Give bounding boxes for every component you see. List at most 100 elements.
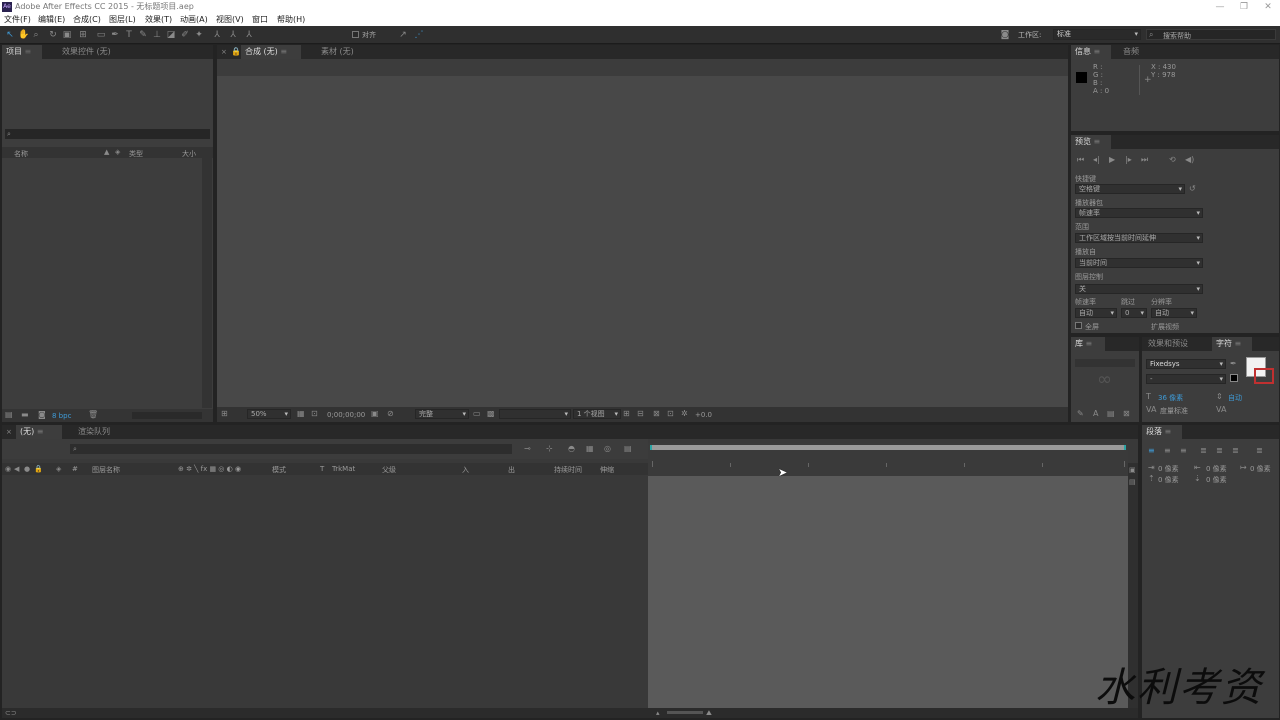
time-ruler[interactable] (648, 443, 1128, 476)
align-right-icon[interactable]: ≡ (1180, 446, 1187, 456)
tab-composition[interactable]: 合成 (无) ≡ (241, 45, 301, 59)
comp-button-icon[interactable]: ▤ (1129, 477, 1136, 487)
font-family-dropdown[interactable]: Fixedsys (1146, 359, 1226, 369)
view-dropdown[interactable] (499, 409, 571, 419)
snap-checkbox[interactable] (352, 31, 359, 38)
tab-render-queue[interactable]: 渲染队列 (74, 425, 114, 439)
video-switch-icon[interactable]: ◉ (5, 464, 11, 474)
audio-switch-icon[interactable]: ◀ (14, 464, 19, 474)
color-depth-label[interactable]: 8 bpc (52, 412, 71, 420)
play-icon[interactable]: ▶ (1109, 155, 1115, 165)
library-dropdown[interactable] (1075, 359, 1135, 367)
align-center-icon[interactable]: ≡ (1164, 446, 1171, 456)
justify-all-icon[interactable]: ≣ (1256, 446, 1263, 456)
snapshot-icon[interactable]: ▣ (371, 409, 379, 419)
timeline-zoom-slider[interactable] (667, 711, 703, 714)
tab-preview[interactable]: 预览 ≡ (1071, 135, 1111, 149)
resolution-dropdown[interactable]: 自动 (1151, 308, 1197, 318)
out-column[interactable]: 出 (508, 465, 515, 475)
indent-right-value[interactable]: 0 像素 (1206, 464, 1227, 474)
eraser-tool-icon[interactable]: ◪ (166, 30, 176, 40)
camera-tool-icon[interactable]: ▣ (62, 30, 72, 40)
layer-search-input[interactable]: ⌕ (70, 444, 512, 454)
thumbnail-slider[interactable] (132, 412, 202, 419)
toggle-pixel-icon[interactable]: ⊞ (623, 409, 630, 419)
stroke-color-swatch[interactable] (1254, 368, 1274, 384)
toggle-mask-icon[interactable]: ▦ (297, 409, 305, 419)
interpret-footage-icon[interactable]: ▤ (5, 410, 13, 420)
brush-tool-icon[interactable]: ✎ (138, 30, 148, 40)
solo-switch-icon[interactable]: ● (24, 464, 30, 474)
close-tab-icon[interactable]: × (221, 47, 227, 57)
duration-column[interactable]: 持续时间 (554, 465, 582, 475)
layer-switches-column[interactable]: ⊕ ✲ ╲ fx ▦ ◎ ◐ ◉ (178, 465, 241, 473)
prev-frame-icon[interactable]: ◂| (1093, 155, 1100, 165)
stretch-column[interactable]: 伸缩 (600, 465, 614, 475)
selection-tool-icon[interactable]: ↖ (5, 30, 15, 40)
tab-timeline-none[interactable]: (无) ≡ (16, 425, 62, 439)
tab-paragraph[interactable]: 段落 ≡ (1142, 425, 1182, 439)
exposure-value[interactable]: +0.0 (695, 411, 712, 419)
roto-brush-tool-icon[interactable]: ✐ (180, 30, 190, 40)
indent-first-value[interactable]: 0 像素 (1250, 464, 1271, 474)
composition-flowchart-icon[interactable]: ⊸ (524, 444, 531, 454)
world-axis-icon[interactable]: ⅄ (228, 30, 238, 40)
font-size-value[interactable]: 36 像素 (1158, 393, 1183, 403)
tab-info[interactable]: 信息 ≡ (1071, 45, 1111, 59)
menu-effect[interactable]: 效果(T) (145, 14, 172, 26)
magnification-dropdown[interactable]: 50% (247, 409, 291, 419)
close-button[interactable]: ✕ (1256, 0, 1280, 14)
menu-view[interactable]: 视图(V) (216, 14, 244, 26)
menu-animation[interactable]: 动画(A) (180, 14, 208, 26)
snap-feature-icon[interactable]: ⋰ (414, 30, 424, 40)
shy-layers-icon[interactable]: ◓ (568, 444, 575, 454)
resolution-dropdown[interactable]: 完整 (415, 409, 469, 419)
tab-footage[interactable]: 素材 (无) (317, 45, 358, 59)
transparency-grid-icon[interactable]: ▩ (487, 409, 495, 419)
track-matte-column[interactable]: TrkMat (332, 465, 355, 473)
menu-composition[interactable]: 合成(C) (73, 14, 101, 26)
trash-icon[interactable]: 🗑 (88, 410, 98, 420)
black-swatch[interactable] (1230, 374, 1238, 382)
expand-switches-icon[interactable]: ⊂⊃ (5, 708, 17, 718)
timeline-track-area[interactable] (648, 476, 1128, 708)
help-search-field[interactable]: ⌕ 搜索帮助 (1146, 29, 1276, 40)
menu-window[interactable]: 窗口 (252, 14, 268, 26)
indent-left-value[interactable]: 0 像素 (1158, 464, 1179, 474)
tab-project[interactable]: 项目 ≡ (2, 45, 42, 59)
graph-editor-icon[interactable]: ▤ (624, 444, 632, 454)
tab-audio[interactable]: 音频 (1119, 45, 1143, 59)
label-icon[interactable]: ◈ (56, 464, 61, 474)
library-layer-icon[interactable]: ▤ (1107, 409, 1115, 419)
current-time[interactable]: 0;00;00;00 (327, 411, 365, 419)
view-layout-dropdown[interactable]: 1 个视图 (573, 409, 621, 419)
text-tool-icon[interactable]: T (124, 30, 134, 40)
zoom-out-icon[interactable]: ▴ (656, 708, 660, 718)
align-left-icon[interactable]: ≡ (1148, 446, 1155, 456)
layer-name-column[interactable]: 图层名称 (92, 465, 120, 475)
parent-column[interactable]: 父级 (382, 465, 396, 475)
minimize-button[interactable]: — (1208, 0, 1232, 14)
region-of-interest-icon[interactable]: ▭ (473, 409, 481, 419)
tab-effects-presets[interactable]: 效果和预设 (1144, 337, 1192, 351)
framerate-dropdown[interactable]: 自动 (1075, 308, 1117, 318)
justify-right-icon[interactable]: ≣ (1232, 446, 1239, 456)
frame-blending-icon[interactable]: ▦ (586, 444, 594, 454)
exposure-reset-icon[interactable]: ✲ (681, 409, 688, 419)
motion-blur-icon[interactable]: ◎ (604, 444, 611, 454)
pan-behind-tool-icon[interactable]: ⊞ (78, 30, 88, 40)
library-link-icon[interactable]: ⊠ (1123, 409, 1130, 419)
menu-edit[interactable]: 编辑(E) (38, 14, 65, 26)
zoom-tool-icon[interactable]: ⌕ (31, 30, 41, 40)
kerning-value[interactable]: 度量标准 (1160, 406, 1188, 416)
zoom-in-icon[interactable]: ⛰ (706, 708, 712, 718)
guides-icon[interactable]: ⊡ (311, 409, 318, 419)
show-channel-icon[interactable]: ⊘ (387, 409, 394, 419)
loop-icon[interactable]: ⟲ (1169, 155, 1176, 165)
maximize-button[interactable]: ❐ (1232, 0, 1256, 14)
puppet-tool-icon[interactable]: ✦ (194, 30, 204, 40)
first-frame-icon[interactable]: ⏮ (1077, 155, 1084, 165)
lock-icon[interactable]: 🔒 (231, 47, 241, 57)
vr-icon[interactable]: ◙ (998, 30, 1012, 40)
new-folder-icon[interactable]: ▬ (21, 410, 29, 420)
